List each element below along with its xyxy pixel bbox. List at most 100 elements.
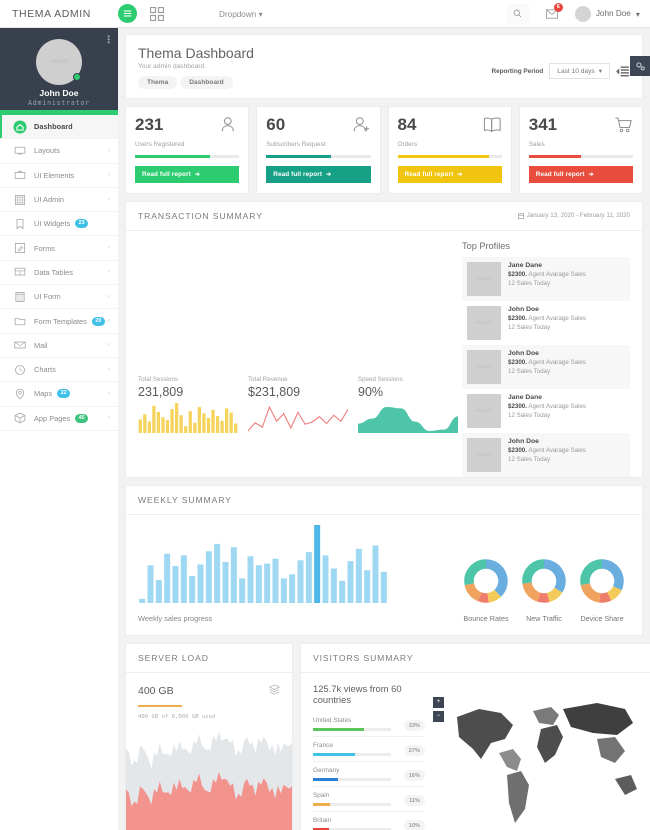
brand-logo[interactable]: THEMA ADMIN [0, 8, 118, 20]
sidebar-item-forms[interactable]: Forms‹ [0, 236, 118, 260]
layers-icon [269, 682, 280, 700]
donut-chart-wrap: Device Share [578, 557, 626, 623]
sidebar-item-mail[interactable]: Mail‹ [0, 334, 118, 358]
sidebar-item-label: Forms [34, 244, 55, 253]
country-percentage: 10% [404, 820, 425, 830]
sidebar-profile: ••• IMAGE John Doe Administrator [0, 28, 118, 110]
country-row: Britain10% [313, 812, 425, 830]
read-full-report-button[interactable]: Read full report➔ [529, 166, 633, 183]
sidebar-item-app-pages[interactable]: App Pages45‹ [0, 407, 118, 431]
sidebar-item-badge: 45 [75, 414, 88, 423]
sidebar-item-ui-elements[interactable]: UI Elements‹ [0, 164, 118, 188]
profile-sales-today: 12 Sales Today [508, 368, 586, 375]
sidebar-item-label: Data Tables [34, 268, 73, 277]
weekly-summary-title: WEEKLY SUMMARY [138, 495, 232, 505]
server-load-header: SERVER LOAD [126, 644, 292, 673]
stat-icon-wrap [352, 116, 371, 138]
dropdown-menu-trigger[interactable]: Dropdown ▾ [219, 9, 263, 19]
read-full-report-button[interactable]: Read full report➔ [266, 166, 370, 183]
messages-button[interactable]: 6 [541, 4, 563, 24]
reporting-period-select[interactable]: Last 10 days ▾ [549, 63, 610, 79]
bookmark-icon-wrap [13, 217, 27, 231]
sidebar-item-badge: 20 [92, 317, 105, 326]
sidebar-item-ui-widgets[interactable]: UI Widgets23 [0, 212, 118, 236]
stat-card: 341SalesRead full report➔ [519, 106, 643, 194]
country-row: France27% [313, 737, 425, 762]
sidebar-item-ui-admin[interactable]: UI Admin‹ [0, 188, 118, 212]
stat-label: Users Registered [135, 141, 239, 148]
chevron-right-icon: ‹ [108, 342, 110, 348]
chevron-right-icon: ‹ [108, 415, 110, 421]
list-toggle-icon [616, 66, 629, 77]
sidebar-item-charts[interactable]: Charts‹ [0, 358, 118, 382]
stat-card: 84OrdersRead full report➔ [388, 106, 512, 194]
reporting-period-value: Last 10 days [557, 68, 594, 75]
country-percentage: 33% [404, 720, 425, 731]
country-row: Germany16% [313, 762, 425, 787]
stat-icon-wrap [483, 116, 502, 138]
topbar-left-group: Dropdown ▾ [118, 4, 263, 23]
top-profiles-title: Top Profiles [462, 241, 630, 251]
profile-sales-today: 12 Sales Today [508, 412, 586, 419]
weekly-summary-body: Weekly sales progress Bounce RatesNew Tr… [126, 515, 642, 635]
transaction-main-chart [138, 241, 446, 376]
donut-chart [520, 557, 568, 605]
chevron-right-icon: ‹ [108, 172, 110, 178]
grid-icon [14, 194, 26, 206]
sidebar-menu: DashboardLayouts‹UI Elements‹UI Admin‹UI… [0, 115, 118, 431]
breadcrumb-item[interactable]: Thema [138, 76, 177, 89]
menu-toggle-button[interactable] [118, 4, 137, 23]
stat-progress-bar [135, 155, 239, 158]
weekly-bar-chart-wrap: Weekly sales progress [138, 525, 408, 623]
world-map-svg [429, 683, 649, 830]
country-percentage: 11% [404, 795, 425, 806]
country-progress-bar [313, 753, 391, 756]
user-menu[interactable]: John Doe ▾ [575, 6, 640, 22]
read-full-report-button[interactable]: Read full report➔ [135, 166, 239, 183]
breadcrumb-item[interactable]: Dashboard [180, 76, 232, 89]
reporting-period-group: Reporting Period Last 10 days ▾ [491, 63, 630, 79]
metric-value: 231,809 [138, 385, 238, 399]
profile-thumbnail: IMAGE [467, 350, 501, 384]
chevron-right-icon: ‹ [108, 294, 110, 300]
profile-desc: Agent Avarage Sales [528, 359, 586, 366]
country-progress-bar [313, 803, 391, 806]
sidebar-item-data-tables[interactable]: Data Tables ‹ [0, 261, 118, 285]
profile-options-icon[interactable]: ••• [107, 35, 110, 45]
sidebar-item-ui-form[interactable]: UI Form‹ [0, 285, 118, 309]
list-toggle-button[interactable] [616, 65, 630, 77]
profile-thumbnail: IMAGE [467, 262, 501, 296]
country-name: Germany [313, 767, 404, 774]
avatar [575, 6, 591, 22]
sidebar-item-label: Form Templates [34, 317, 87, 326]
main-content: Thema Dashboard Your admin dashboard. Th… [118, 28, 650, 830]
profile-list-item[interactable]: IMAGEJane Dane$2300. Agent Avarage Sales… [462, 389, 630, 433]
bottom-row: SERVER LOAD 400 GB 400 GB of 8,000 GB us… [125, 643, 643, 830]
profile-list-item[interactable]: IMAGEJohn Doe$2300. Agent Avarage Sales1… [462, 433, 630, 477]
app-grid-icon[interactable] [150, 7, 164, 21]
sidebar-item-maps[interactable]: Maps22‹ [0, 382, 118, 406]
profile-list-item[interactable]: IMAGEJane Dane$2300. Agent Avarage Sales… [462, 257, 630, 301]
world-map[interactable] [429, 683, 649, 830]
server-load-area-chart [126, 724, 292, 830]
map-zoom-out-button[interactable]: − [433, 711, 444, 722]
monitor-icon-wrap [13, 144, 27, 158]
chevron-right-icon: ‹ [108, 269, 110, 275]
search-button[interactable] [507, 4, 529, 24]
server-load-value: 400 GB [138, 685, 174, 697]
transaction-metrics-row: Total Sessions231,809Total Revenue$231,8… [138, 376, 446, 435]
profile-thumbnail: IMAGE [467, 394, 501, 428]
profile-average-sales: $2300. Agent Avarage Sales [508, 315, 586, 322]
transaction-charts: Total Sessions231,809Total Revenue$231,8… [126, 231, 456, 477]
profile-average-sales: $2300. Agent Avarage Sales [508, 359, 586, 366]
sidebar-item-label: UI Widgets [34, 219, 70, 228]
map-zoom-in-button[interactable]: + [433, 697, 444, 708]
sidebar-item-layouts[interactable]: Layouts‹ [0, 139, 118, 163]
profile-list-item[interactable]: IMAGEJohn Doe$2300. Agent Avarage Sales1… [462, 301, 630, 345]
profile-list-item[interactable]: IMAGEJohn Doe$2300. Agent Avarage Sales1… [462, 345, 630, 389]
sidebar-item-form-templates[interactable]: Form Templates20‹ [0, 309, 118, 333]
settings-toggle-button[interactable] [630, 56, 650, 76]
sidebar-item-dashboard[interactable]: Dashboard [0, 115, 118, 139]
home-icon-wrap [13, 120, 27, 134]
read-full-report-button[interactable]: Read full report➔ [398, 166, 502, 183]
